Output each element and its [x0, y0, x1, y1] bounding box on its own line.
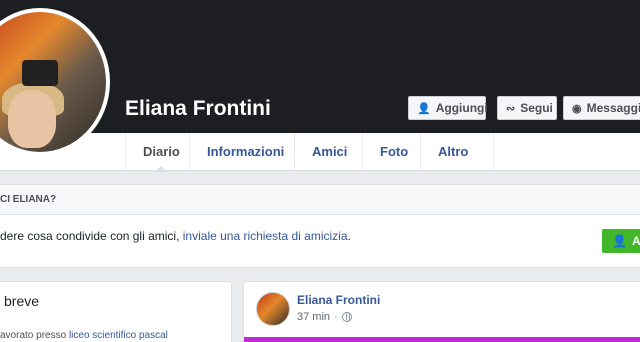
tab-diario[interactable]: Diario	[125, 133, 197, 172]
follow-label: Segui	[520, 101, 553, 115]
tab-foto[interactable]: Foto	[362, 133, 425, 171]
separator-dot: ·	[334, 311, 338, 323]
photo-camera	[22, 60, 58, 86]
tab-altro-label: Altro	[438, 144, 469, 159]
friend-prompt-text-before: dere cosa condivide con gli amici,	[0, 229, 183, 243]
intro-work-line: avorato presso liceo scientifico pascal	[0, 330, 168, 341]
profile-photo-image	[0, 12, 106, 152]
profile-name[interactable]: Eliana Frontini	[125, 97, 271, 121]
follow-button[interactable]: ∾ Segui	[497, 96, 557, 120]
intro-work-link[interactable]: liceo scientifico pascal	[69, 330, 168, 341]
globe-icon[interactable]	[341, 312, 352, 322]
add-friend-label: Aggiungi	[435, 101, 488, 115]
friend-request-prompt: CI ELIANA? dere cosa condivide con gli a…	[0, 184, 640, 268]
post-timestamp: 37 min ·	[297, 311, 352, 323]
photo-face	[8, 90, 56, 148]
profile-tabs: Diario Informazioni Amici Foto Altro ▼	[0, 133, 640, 196]
rss-icon: ∾	[506, 102, 516, 115]
add-friend-button[interactable]: 👤 Aggiungi	[408, 96, 488, 120]
friend-prompt-text: dere cosa condivide con gli amici, invia…	[0, 229, 351, 243]
friend-prompt-text-after: .	[347, 229, 351, 243]
friend-prompt-heading: CI ELIANA?	[0, 185, 640, 215]
message-button[interactable]: ◉ Messaggio	[563, 96, 640, 120]
intro-card: breve avorato presso liceo scientifico p…	[0, 281, 232, 342]
add-friend-icon: 👤	[612, 234, 627, 248]
send-friend-request-link[interactable]: inviale una richiesta di amicizia	[183, 229, 348, 243]
post-time-text[interactable]: 37 min	[297, 311, 330, 323]
post-author-avatar[interactable]	[256, 292, 290, 326]
post-color-banner	[244, 337, 640, 342]
tab-altro[interactable]: Altro ▼	[420, 133, 494, 196]
add-friend-green-label: Ag	[631, 234, 640, 248]
tab-informazioni[interactable]: Informazioni	[189, 133, 301, 171]
tab-amici[interactable]: Amici	[294, 133, 364, 171]
intro-title: breve	[4, 293, 40, 309]
message-label: Messaggio	[586, 101, 640, 115]
add-friend-green-button[interactable]: 👤 Ag	[602, 229, 640, 253]
post-author-name[interactable]: Eliana Frontini	[297, 293, 380, 307]
add-friend-icon: 👤	[417, 102, 431, 115]
intro-work-text: avorato presso	[0, 330, 69, 341]
messenger-icon: ◉	[572, 102, 582, 115]
post-card: Eliana Frontini 37 min ·	[243, 281, 640, 342]
